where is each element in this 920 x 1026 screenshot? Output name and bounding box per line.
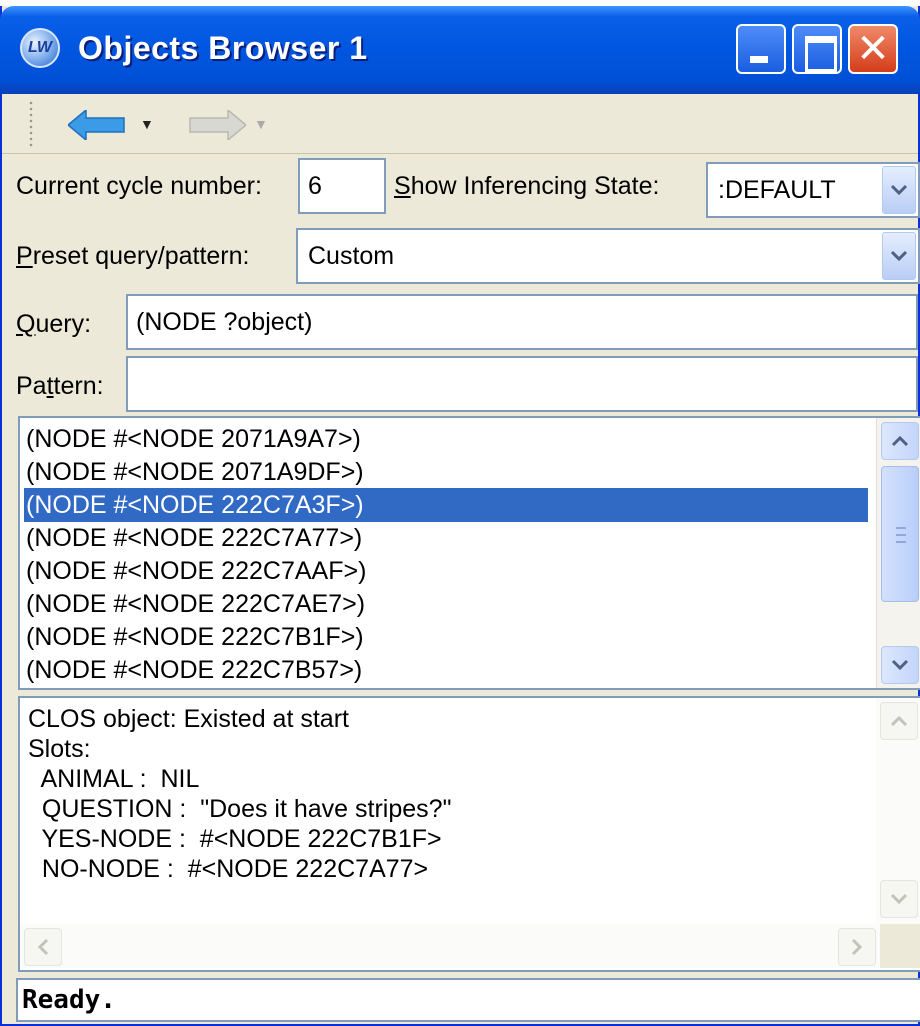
minimize-button[interactable] xyxy=(736,24,786,74)
object-list-scrollbar[interactable] xyxy=(876,418,920,688)
preset-query-select[interactable]: Custom xyxy=(296,228,920,284)
pattern-label-start: Pa xyxy=(16,372,47,400)
chevron-down-icon xyxy=(890,893,908,905)
preset-label-accel: P xyxy=(16,242,33,270)
title-bar[interactable]: LW Objects Browser 1 ✕ xyxy=(0,6,920,94)
scroll-down-button[interactable] xyxy=(881,646,919,684)
detail-scroll-right-button[interactable] xyxy=(838,928,876,966)
object-list-item[interactable]: (NODE #<NODE 222C7AAF>) xyxy=(26,554,366,588)
pattern-label-text: tern: xyxy=(53,372,104,400)
inferencing-dropdown-button[interactable] xyxy=(882,166,916,214)
detail-scroll-up-button[interactable] xyxy=(880,702,918,740)
detail-scroll-left-button[interactable] xyxy=(24,928,62,966)
chevron-up-icon xyxy=(891,435,909,447)
thumb-grip-icon xyxy=(896,527,906,543)
object-list-item[interactable]: (NODE #<NODE 222C7B1F>) xyxy=(26,620,364,654)
object-list-item[interactable]: (NODE #<NODE 222C7B57>) xyxy=(26,653,362,687)
objects-browser-window: LW Objects Browser 1 ✕ ▼ ▼ Current cycle… xyxy=(0,6,920,1026)
cycle-number-label: Current cycle number: xyxy=(16,172,262,200)
object-detail-pane[interactable]: CLOS object: Existed at start Slots: ANIM… xyxy=(18,696,920,972)
preset-label-text: reset query/pattern: xyxy=(32,242,250,270)
chevron-left-icon xyxy=(37,938,49,956)
inferencing-label-text: how Inferencing State: xyxy=(410,172,660,200)
toolbar-grip[interactable] xyxy=(28,100,34,148)
status-text: Ready. xyxy=(22,985,116,1015)
detail-line: YES-NODE : #<NODE 222C7B1F> xyxy=(28,825,442,853)
scroll-thumb[interactable] xyxy=(881,466,919,602)
back-dropdown-icon[interactable]: ▼ xyxy=(140,116,154,132)
maximize-button[interactable] xyxy=(792,24,842,74)
close-button[interactable]: ✕ xyxy=(848,24,898,74)
object-list-item[interactable]: (NODE #<NODE 2071A9A7>) xyxy=(26,422,361,456)
detail-horizontal-scrollbar[interactable] xyxy=(20,924,880,968)
detail-vertical-scrollbar[interactable] xyxy=(876,698,920,924)
detail-line: NO-NODE : #<NODE 222C7A77> xyxy=(28,855,429,883)
chevron-up-icon xyxy=(890,715,908,727)
forward-arrow-icon[interactable] xyxy=(186,110,246,140)
app-icon: LW xyxy=(20,28,60,68)
cycle-number-field[interactable]: 6 xyxy=(298,158,386,214)
preset-query-value: Custom xyxy=(308,241,395,270)
preset-query-label: Preset query/pattern: xyxy=(16,242,249,271)
object-list-item[interactable]: (NODE #<NODE 222C7A77>) xyxy=(26,521,362,555)
inferencing-state-value: :DEFAULT xyxy=(718,175,836,204)
pattern-label: Pattern: xyxy=(16,372,104,401)
chevron-down-icon xyxy=(890,184,908,196)
back-arrow-icon[interactable] xyxy=(68,110,128,140)
inferencing-label-accel: S xyxy=(394,172,411,200)
pattern-label-accel: t xyxy=(46,372,54,400)
object-list-item[interactable]: (NODE #<NODE 222C7AE7>) xyxy=(26,587,365,621)
scrollbar-corner xyxy=(880,924,920,968)
inferencing-state-select[interactable]: :DEFAULT xyxy=(706,162,920,218)
query-input[interactable]: (NODE ?object) xyxy=(126,294,918,350)
window-title: Objects Browser 1 xyxy=(78,30,368,66)
detail-line: CLOS object: Existed at start xyxy=(28,705,349,733)
pattern-input[interactable] xyxy=(126,356,918,412)
toolbar: ▼ ▼ xyxy=(2,94,918,154)
inferencing-state-label: Show Inferencing State: xyxy=(394,172,659,201)
query-label-text: uery: xyxy=(35,310,92,338)
chevron-right-icon xyxy=(851,938,863,956)
query-label: Query: xyxy=(16,310,91,339)
detail-line: ANIMAL : NIL xyxy=(28,765,200,793)
object-list-item[interactable]: (NODE #<NODE 2071A9DF>) xyxy=(26,455,364,489)
chevron-down-icon xyxy=(891,659,909,671)
object-list-item[interactable]: (NODE #<NODE 222C7A3F>) xyxy=(24,488,868,522)
scroll-up-button[interactable] xyxy=(881,422,919,460)
object-list[interactable]: (NODE #<NODE 2071A9A7>) (NODE #<NODE 2071… xyxy=(18,416,920,690)
detail-line: QUESTION : "Does it have stripes?" xyxy=(28,795,452,823)
app-icon-label: LW xyxy=(28,39,52,56)
preset-dropdown-button[interactable] xyxy=(882,232,916,280)
forward-dropdown-icon[interactable]: ▼ xyxy=(254,116,268,132)
detail-scroll-down-button[interactable] xyxy=(880,880,918,918)
query-label-accel: Q xyxy=(16,310,36,338)
close-icon: ✕ xyxy=(856,27,890,71)
chevron-down-icon xyxy=(890,250,908,262)
detail-line: Slots: xyxy=(28,735,91,763)
status-bar: Ready. xyxy=(16,978,920,1022)
